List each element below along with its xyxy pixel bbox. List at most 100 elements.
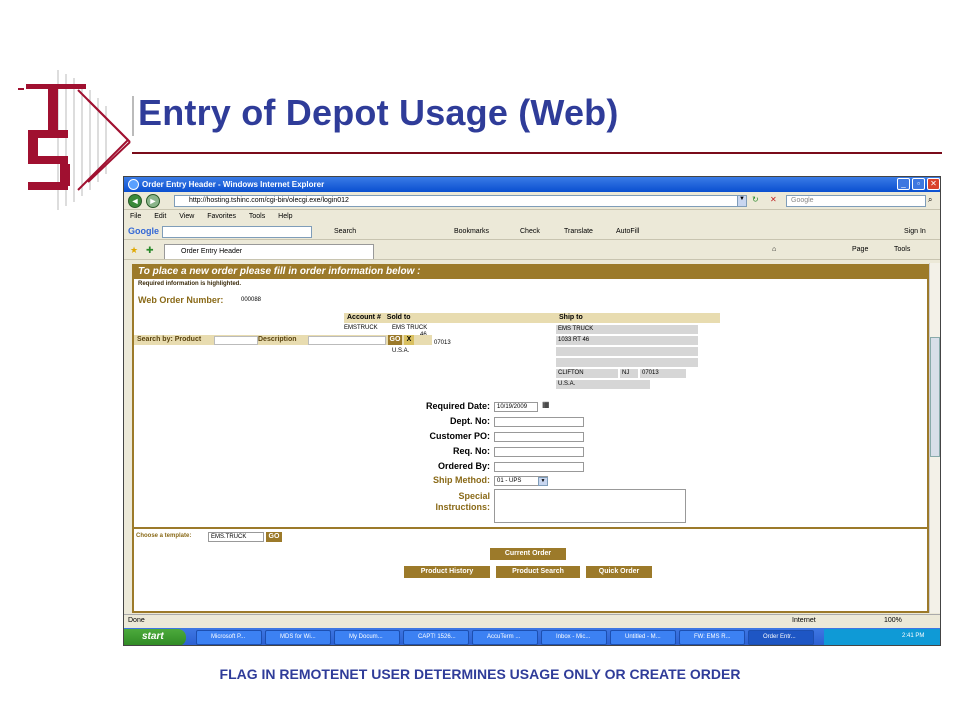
url-input[interactable]: http://hosting.tshinc.com/cgi-bin/olecgi… bbox=[174, 195, 746, 207]
clock: 2:41 PM bbox=[902, 633, 925, 639]
task-item[interactable]: MDS for Wi... bbox=[265, 630, 331, 645]
calendar-icon[interactable]: ▦ bbox=[542, 400, 550, 409]
add-favorites-icon[interactable]: ✚ bbox=[146, 245, 154, 256]
system-tray: 2:41 PM bbox=[824, 629, 940, 645]
form-header: To place a new order please fill in orde… bbox=[134, 266, 927, 279]
ship-to-state: NJ bbox=[620, 369, 638, 378]
google-check-button[interactable]: Check bbox=[520, 228, 540, 235]
home-icon[interactable]: ⌂ bbox=[772, 246, 776, 253]
status-zone: Internet bbox=[792, 617, 816, 624]
account-header-label: Account # bbox=[347, 314, 381, 321]
search-by-label: Search by: Product bbox=[137, 336, 202, 343]
menu-file[interactable]: File bbox=[130, 213, 141, 220]
start-button[interactable]: start bbox=[124, 629, 186, 645]
required-date-input[interactable]: 10/19/2009 bbox=[494, 402, 538, 412]
url-dropdown-icon[interactable]: ▼ bbox=[737, 195, 747, 207]
tsh-logo-icon bbox=[18, 70, 131, 210]
task-item-active[interactable]: Order Entr... bbox=[748, 630, 814, 645]
description-search-input[interactable] bbox=[308, 336, 386, 345]
ie-icon bbox=[128, 179, 139, 190]
search-input[interactable]: Google bbox=[786, 195, 926, 207]
customer-po-label: Customer PO: bbox=[429, 431, 490, 441]
tab-order-entry-header[interactable]: Order Entry Header bbox=[164, 244, 374, 259]
title-accent bbox=[132, 96, 134, 136]
account-header: Account # Sold to bbox=[344, 313, 558, 323]
task-item[interactable]: Untitled - M... bbox=[610, 630, 676, 645]
ordered-by-input[interactable] bbox=[494, 462, 584, 472]
menu-view[interactable]: View bbox=[179, 213, 194, 220]
status-zoom[interactable]: 100% bbox=[884, 617, 902, 624]
tools-menu[interactable]: Tools bbox=[894, 246, 910, 253]
task-item[interactable]: FW: EMS R... bbox=[679, 630, 745, 645]
ship-to-address3 bbox=[556, 358, 698, 367]
google-search-input[interactable] bbox=[162, 226, 312, 238]
search-go-button[interactable]: GO bbox=[388, 335, 402, 345]
ordered-by-label: Ordered By: bbox=[437, 461, 490, 471]
slide-caption: FLAG IN REMOTENET USER DETERMINES USAGE … bbox=[219, 666, 741, 682]
search-icon[interactable]: ⌕ bbox=[928, 195, 932, 205]
status-bar: Done Internet 100% bbox=[124, 614, 940, 628]
web-page: To place a new order please fill in orde… bbox=[132, 264, 929, 613]
product-search-input[interactable] bbox=[214, 336, 258, 345]
template-select[interactable]: EMS.TRUCK bbox=[208, 532, 264, 542]
task-item[interactable]: CAPT! 1526... bbox=[403, 630, 469, 645]
required-date-label: Required Date: bbox=[425, 401, 490, 411]
search-clear-button[interactable]: X bbox=[404, 335, 414, 345]
menu-edit[interactable]: Edit bbox=[154, 213, 166, 220]
special-label-2: Instructions: bbox=[435, 502, 490, 512]
google-logo: Google bbox=[128, 226, 159, 236]
description-label: Description bbox=[258, 336, 297, 343]
menu-tools[interactable]: Tools bbox=[249, 213, 265, 220]
google-bookmarks-button[interactable]: Bookmarks bbox=[454, 228, 489, 235]
section-divider bbox=[134, 527, 927, 529]
window-title: Order Entry Header - Windows Internet Ex… bbox=[142, 180, 325, 189]
google-toolbar: Google Search Bookmarks Check Translate … bbox=[124, 224, 940, 240]
close-button[interactable]: ✕ bbox=[927, 178, 940, 190]
task-item[interactable]: My Docum... bbox=[334, 630, 400, 645]
google-autofill-button[interactable]: AutoFill bbox=[616, 228, 639, 235]
quick-order-button[interactable]: Quick Order bbox=[586, 566, 652, 578]
back-button[interactable]: ◄ bbox=[128, 194, 142, 208]
order-number-value: 000088 bbox=[241, 297, 262, 303]
dept-no-input[interactable] bbox=[494, 417, 584, 427]
google-search-button[interactable]: Search bbox=[334, 228, 356, 235]
req-no-label: Req. No: bbox=[453, 446, 490, 456]
sold-to-country: U.S.A. bbox=[392, 348, 410, 354]
menu-favorites[interactable]: Favorites bbox=[207, 213, 236, 220]
customer-po-input[interactable] bbox=[494, 432, 584, 442]
menu-bar: File Edit View Favorites Tools Help bbox=[124, 211, 940, 223]
google-translate-button[interactable]: Translate bbox=[564, 228, 593, 235]
restore-button[interactable]: ▫ bbox=[912, 178, 925, 190]
task-item[interactable]: Microsoft P... bbox=[196, 630, 262, 645]
ship-to-header: Ship to bbox=[556, 313, 720, 323]
ship-to-address2 bbox=[556, 347, 698, 356]
favorites-star-icon[interactable]: ★ bbox=[130, 245, 138, 256]
template-go-button[interactable]: GO bbox=[266, 532, 282, 542]
account-value: EMSTRUCK bbox=[344, 325, 378, 331]
current-order-button[interactable]: Current Order bbox=[490, 548, 566, 560]
ship-to-city: CLIFTON bbox=[556, 369, 618, 378]
ship-method-label: Ship Method: bbox=[433, 475, 490, 485]
page-menu[interactable]: Page bbox=[852, 246, 868, 253]
windows-taskbar: start Microsoft P... MDS for Wi... My Do… bbox=[124, 628, 940, 645]
forward-button[interactable]: ► bbox=[146, 194, 160, 208]
special-instructions-textarea[interactable] bbox=[494, 489, 686, 523]
tab-bar: ★ ✚ Order Entry Header ⌂ Page Tools bbox=[124, 241, 940, 260]
sign-in-link[interactable]: Sign In bbox=[904, 228, 926, 235]
product-search-button[interactable]: Product Search bbox=[496, 566, 580, 578]
req-no-input[interactable] bbox=[494, 447, 584, 457]
minimize-button[interactable]: _ bbox=[897, 178, 910, 190]
sold-to-name: EMS TRUCK bbox=[392, 325, 428, 331]
task-item[interactable]: AccuTerm ... bbox=[472, 630, 538, 645]
chevron-down-icon[interactable]: ▼ bbox=[538, 477, 548, 486]
title-divider bbox=[132, 152, 942, 154]
refresh-icon[interactable]: ↻ bbox=[752, 195, 759, 204]
ship-to-zip: 07013 bbox=[640, 369, 686, 378]
required-note: Required information is highlighted. bbox=[138, 281, 241, 287]
task-item[interactable]: Inbox - Mic... bbox=[541, 630, 607, 645]
scrollbar-thumb[interactable] bbox=[930, 337, 940, 457]
product-history-button[interactable]: Product History bbox=[404, 566, 490, 578]
stop-icon[interactable]: ✕ bbox=[770, 195, 777, 204]
slide-title: Entry of Depot Usage (Web) bbox=[138, 92, 619, 133]
menu-help[interactable]: Help bbox=[278, 213, 292, 220]
